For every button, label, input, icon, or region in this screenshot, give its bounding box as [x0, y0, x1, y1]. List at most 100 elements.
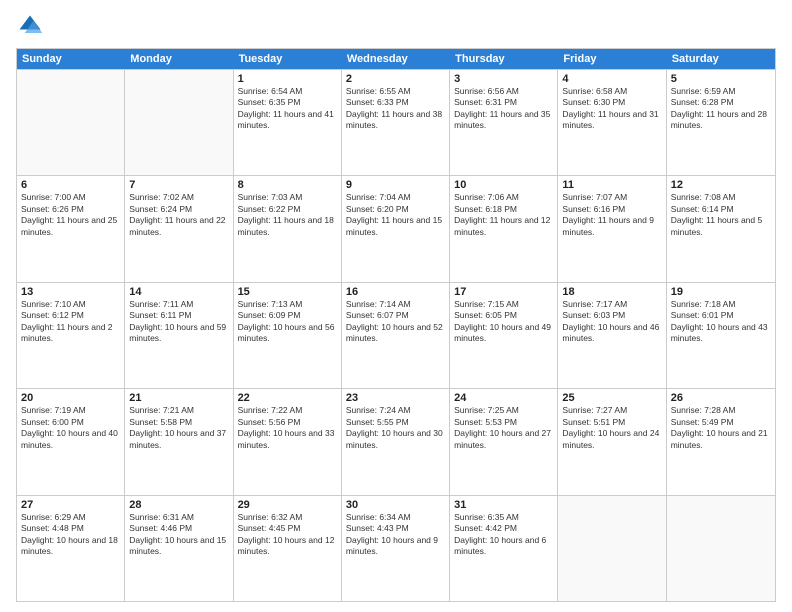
day-number: 15 — [238, 286, 337, 298]
day-number: 16 — [346, 286, 445, 298]
day-number: 18 — [562, 286, 661, 298]
day-cell-14: 14Sunrise: 7:11 AM Sunset: 6:11 PM Dayli… — [125, 283, 233, 388]
day-info: Sunrise: 6:59 AM Sunset: 6:28 PM Dayligh… — [671, 86, 771, 132]
day-cell-22: 22Sunrise: 7:22 AM Sunset: 5:56 PM Dayli… — [234, 389, 342, 494]
empty-cell — [667, 496, 775, 601]
day-number: 20 — [21, 392, 120, 404]
day-number: 5 — [671, 73, 771, 85]
day-info: Sunrise: 7:14 AM Sunset: 6:07 PM Dayligh… — [346, 299, 445, 345]
day-cell-16: 16Sunrise: 7:14 AM Sunset: 6:07 PM Dayli… — [342, 283, 450, 388]
day-cell-11: 11Sunrise: 7:07 AM Sunset: 6:16 PM Dayli… — [558, 176, 666, 281]
day-cell-20: 20Sunrise: 7:19 AM Sunset: 6:00 PM Dayli… — [17, 389, 125, 494]
day-cell-6: 6Sunrise: 7:00 AM Sunset: 6:26 PM Daylig… — [17, 176, 125, 281]
day-info: Sunrise: 6:34 AM Sunset: 4:43 PM Dayligh… — [346, 512, 445, 558]
day-info: Sunrise: 7:04 AM Sunset: 6:20 PM Dayligh… — [346, 192, 445, 238]
day-cell-25: 25Sunrise: 7:27 AM Sunset: 5:51 PM Dayli… — [558, 389, 666, 494]
header-day-monday: Monday — [125, 49, 233, 69]
day-info: Sunrise: 7:00 AM Sunset: 6:26 PM Dayligh… — [21, 192, 120, 238]
day-number: 31 — [454, 499, 553, 511]
day-info: Sunrise: 7:10 AM Sunset: 6:12 PM Dayligh… — [21, 299, 120, 345]
day-number: 7 — [129, 179, 228, 191]
day-number: 12 — [671, 179, 771, 191]
calendar-row-2: 13Sunrise: 7:10 AM Sunset: 6:12 PM Dayli… — [17, 282, 775, 388]
day-cell-2: 2Sunrise: 6:55 AM Sunset: 6:33 PM Daylig… — [342, 70, 450, 175]
day-info: Sunrise: 7:08 AM Sunset: 6:14 PM Dayligh… — [671, 192, 771, 238]
day-info: Sunrise: 7:25 AM Sunset: 5:53 PM Dayligh… — [454, 405, 553, 451]
day-info: Sunrise: 7:07 AM Sunset: 6:16 PM Dayligh… — [562, 192, 661, 238]
header-day-sunday: Sunday — [17, 49, 125, 69]
day-cell-3: 3Sunrise: 6:56 AM Sunset: 6:31 PM Daylig… — [450, 70, 558, 175]
day-number: 8 — [238, 179, 337, 191]
calendar-row-1: 6Sunrise: 7:00 AM Sunset: 6:26 PM Daylig… — [17, 175, 775, 281]
day-number: 3 — [454, 73, 553, 85]
day-number: 4 — [562, 73, 661, 85]
day-number: 28 — [129, 499, 228, 511]
day-number: 6 — [21, 179, 120, 191]
day-cell-15: 15Sunrise: 7:13 AM Sunset: 6:09 PM Dayli… — [234, 283, 342, 388]
calendar-row-0: 1Sunrise: 6:54 AM Sunset: 6:35 PM Daylig… — [17, 69, 775, 175]
day-info: Sunrise: 7:02 AM Sunset: 6:24 PM Dayligh… — [129, 192, 228, 238]
day-number: 24 — [454, 392, 553, 404]
day-cell-24: 24Sunrise: 7:25 AM Sunset: 5:53 PM Dayli… — [450, 389, 558, 494]
day-cell-12: 12Sunrise: 7:08 AM Sunset: 6:14 PM Dayli… — [667, 176, 775, 281]
day-cell-19: 19Sunrise: 7:18 AM Sunset: 6:01 PM Dayli… — [667, 283, 775, 388]
day-info: Sunrise: 7:03 AM Sunset: 6:22 PM Dayligh… — [238, 192, 337, 238]
day-cell-29: 29Sunrise: 6:32 AM Sunset: 4:45 PM Dayli… — [234, 496, 342, 601]
header-day-tuesday: Tuesday — [234, 49, 342, 69]
day-cell-13: 13Sunrise: 7:10 AM Sunset: 6:12 PM Dayli… — [17, 283, 125, 388]
header-day-saturday: Saturday — [667, 49, 775, 69]
header — [16, 12, 776, 40]
page: SundayMondayTuesdayWednesdayThursdayFrid… — [0, 0, 792, 612]
day-info: Sunrise: 7:27 AM Sunset: 5:51 PM Dayligh… — [562, 405, 661, 451]
day-number: 26 — [671, 392, 771, 404]
day-info: Sunrise: 7:13 AM Sunset: 6:09 PM Dayligh… — [238, 299, 337, 345]
day-info: Sunrise: 6:35 AM Sunset: 4:42 PM Dayligh… — [454, 512, 553, 558]
day-number: 27 — [21, 499, 120, 511]
day-cell-23: 23Sunrise: 7:24 AM Sunset: 5:55 PM Dayli… — [342, 389, 450, 494]
logo-icon — [16, 12, 44, 40]
day-cell-30: 30Sunrise: 6:34 AM Sunset: 4:43 PM Dayli… — [342, 496, 450, 601]
calendar: SundayMondayTuesdayWednesdayThursdayFrid… — [16, 48, 776, 602]
day-number: 22 — [238, 392, 337, 404]
day-info: Sunrise: 7:28 AM Sunset: 5:49 PM Dayligh… — [671, 405, 771, 451]
day-info: Sunrise: 6:29 AM Sunset: 4:48 PM Dayligh… — [21, 512, 120, 558]
empty-cell — [17, 70, 125, 175]
day-cell-4: 4Sunrise: 6:58 AM Sunset: 6:30 PM Daylig… — [558, 70, 666, 175]
day-info: Sunrise: 6:54 AM Sunset: 6:35 PM Dayligh… — [238, 86, 337, 132]
day-info: Sunrise: 7:19 AM Sunset: 6:00 PM Dayligh… — [21, 405, 120, 451]
logo — [16, 12, 48, 40]
empty-cell — [125, 70, 233, 175]
day-info: Sunrise: 7:06 AM Sunset: 6:18 PM Dayligh… — [454, 192, 553, 238]
day-number: 13 — [21, 286, 120, 298]
day-number: 1 — [238, 73, 337, 85]
day-cell-31: 31Sunrise: 6:35 AM Sunset: 4:42 PM Dayli… — [450, 496, 558, 601]
day-info: Sunrise: 6:56 AM Sunset: 6:31 PM Dayligh… — [454, 86, 553, 132]
day-cell-7: 7Sunrise: 7:02 AM Sunset: 6:24 PM Daylig… — [125, 176, 233, 281]
day-number: 2 — [346, 73, 445, 85]
day-info: Sunrise: 7:18 AM Sunset: 6:01 PM Dayligh… — [671, 299, 771, 345]
day-cell-21: 21Sunrise: 7:21 AM Sunset: 5:58 PM Dayli… — [125, 389, 233, 494]
day-info: Sunrise: 7:11 AM Sunset: 6:11 PM Dayligh… — [129, 299, 228, 345]
day-info: Sunrise: 6:58 AM Sunset: 6:30 PM Dayligh… — [562, 86, 661, 132]
day-number: 10 — [454, 179, 553, 191]
header-day-wednesday: Wednesday — [342, 49, 450, 69]
day-number: 30 — [346, 499, 445, 511]
day-number: 29 — [238, 499, 337, 511]
day-number: 19 — [671, 286, 771, 298]
day-info: Sunrise: 7:15 AM Sunset: 6:05 PM Dayligh… — [454, 299, 553, 345]
calendar-row-4: 27Sunrise: 6:29 AM Sunset: 4:48 PM Dayli… — [17, 495, 775, 601]
day-info: Sunrise: 7:17 AM Sunset: 6:03 PM Dayligh… — [562, 299, 661, 345]
day-number: 23 — [346, 392, 445, 404]
day-info: Sunrise: 7:21 AM Sunset: 5:58 PM Dayligh… — [129, 405, 228, 451]
day-info: Sunrise: 6:55 AM Sunset: 6:33 PM Dayligh… — [346, 86, 445, 132]
day-info: Sunrise: 7:24 AM Sunset: 5:55 PM Dayligh… — [346, 405, 445, 451]
day-info: Sunrise: 7:22 AM Sunset: 5:56 PM Dayligh… — [238, 405, 337, 451]
day-cell-17: 17Sunrise: 7:15 AM Sunset: 6:05 PM Dayli… — [450, 283, 558, 388]
day-number: 25 — [562, 392, 661, 404]
day-cell-27: 27Sunrise: 6:29 AM Sunset: 4:48 PM Dayli… — [17, 496, 125, 601]
day-cell-5: 5Sunrise: 6:59 AM Sunset: 6:28 PM Daylig… — [667, 70, 775, 175]
day-cell-26: 26Sunrise: 7:28 AM Sunset: 5:49 PM Dayli… — [667, 389, 775, 494]
day-cell-28: 28Sunrise: 6:31 AM Sunset: 4:46 PM Dayli… — [125, 496, 233, 601]
calendar-header: SundayMondayTuesdayWednesdayThursdayFrid… — [17, 49, 775, 69]
day-number: 9 — [346, 179, 445, 191]
